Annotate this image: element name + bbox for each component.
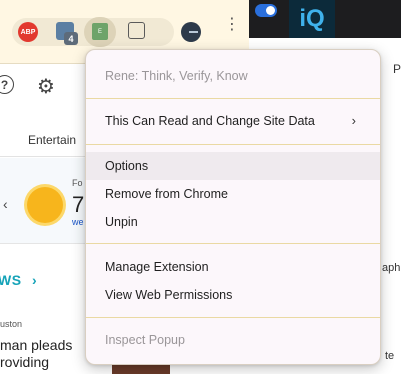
- menu-item-remove-from-chrome[interactable]: Remove from Chrome: [86, 180, 380, 208]
- window-topbar-dark: [335, 0, 401, 38]
- news-source: uston: [0, 319, 23, 329]
- toggle-switch[interactable]: [255, 4, 277, 17]
- menu-item-label: Options: [105, 159, 149, 173]
- window-topbar: [249, 0, 289, 38]
- news-heading[interactable]: WS ›: [0, 272, 37, 288]
- menu-separator: [86, 98, 380, 99]
- tab-entertainment[interactable]: Entertain: [28, 133, 76, 147]
- weather-link[interactable]: we: [72, 217, 84, 227]
- gear-icon[interactable]: ⚙: [37, 74, 55, 99]
- weather-label: Fo: [72, 178, 83, 188]
- profile-icon[interactable]: [181, 22, 201, 42]
- menu-separator: [86, 317, 380, 318]
- menu-separator: [86, 243, 380, 244]
- menu-item-extension-name: Rene: Think, Verify, Know: [86, 62, 380, 90]
- kebab-menu-icon[interactable]: ⋮: [224, 17, 240, 33]
- news-headline[interactable]: man pleads: [0, 337, 72, 353]
- abp-icon[interactable]: ABP: [18, 22, 38, 42]
- menu-item-label: Inspect Popup: [105, 333, 185, 347]
- help-icon[interactable]: ?: [0, 75, 14, 94]
- news-headline[interactable]: roviding: [0, 354, 49, 370]
- window-text-fragment: P: [393, 62, 401, 76]
- menu-item-view-web-permissions[interactable]: View Web Permissions: [86, 281, 380, 309]
- window-text-fragment: te: [385, 350, 395, 362]
- menu-item-label: Rene: Think, Verify, Know: [105, 69, 248, 83]
- chevron-left-icon[interactable]: ‹: [3, 196, 8, 212]
- menu-item-manage-extension[interactable]: Manage Extension: [86, 253, 380, 281]
- menu-item-site-data[interactable]: This Can Read and Change Site Data ›: [86, 107, 380, 135]
- active-extension-icon[interactable]: E: [92, 23, 108, 40]
- menu-item-unpin[interactable]: Unpin: [86, 208, 380, 236]
- extension-context-menu: Rene: Think, Verify, Know This Can Read …: [85, 49, 381, 365]
- menu-item-label: Unpin: [105, 215, 138, 229]
- chevron-right-icon: ›: [31, 272, 38, 288]
- menu-item-label: Remove from Chrome: [105, 187, 228, 201]
- menu-item-label: This Can Read and Change Site Data: [105, 114, 315, 128]
- iq-logo: iQ: [289, 0, 335, 38]
- menu-item-options[interactable]: Options: [86, 152, 380, 180]
- menu-separator: [86, 144, 380, 145]
- window-text-fragment: aph: [382, 262, 401, 274]
- menu-item-label: Manage Extension: [105, 260, 209, 274]
- menu-item-inspect-popup: Inspect Popup: [86, 326, 380, 354]
- menu-item-label: View Web Permissions: [105, 288, 233, 302]
- puzzle-icon[interactable]: [128, 22, 145, 39]
- extension-badge: 4: [64, 32, 78, 45]
- news-heading-text: WS: [0, 272, 22, 288]
- temperature-value: 7: [72, 192, 85, 217]
- sun-icon: [27, 187, 63, 223]
- chevron-right-icon: ›: [351, 113, 356, 128]
